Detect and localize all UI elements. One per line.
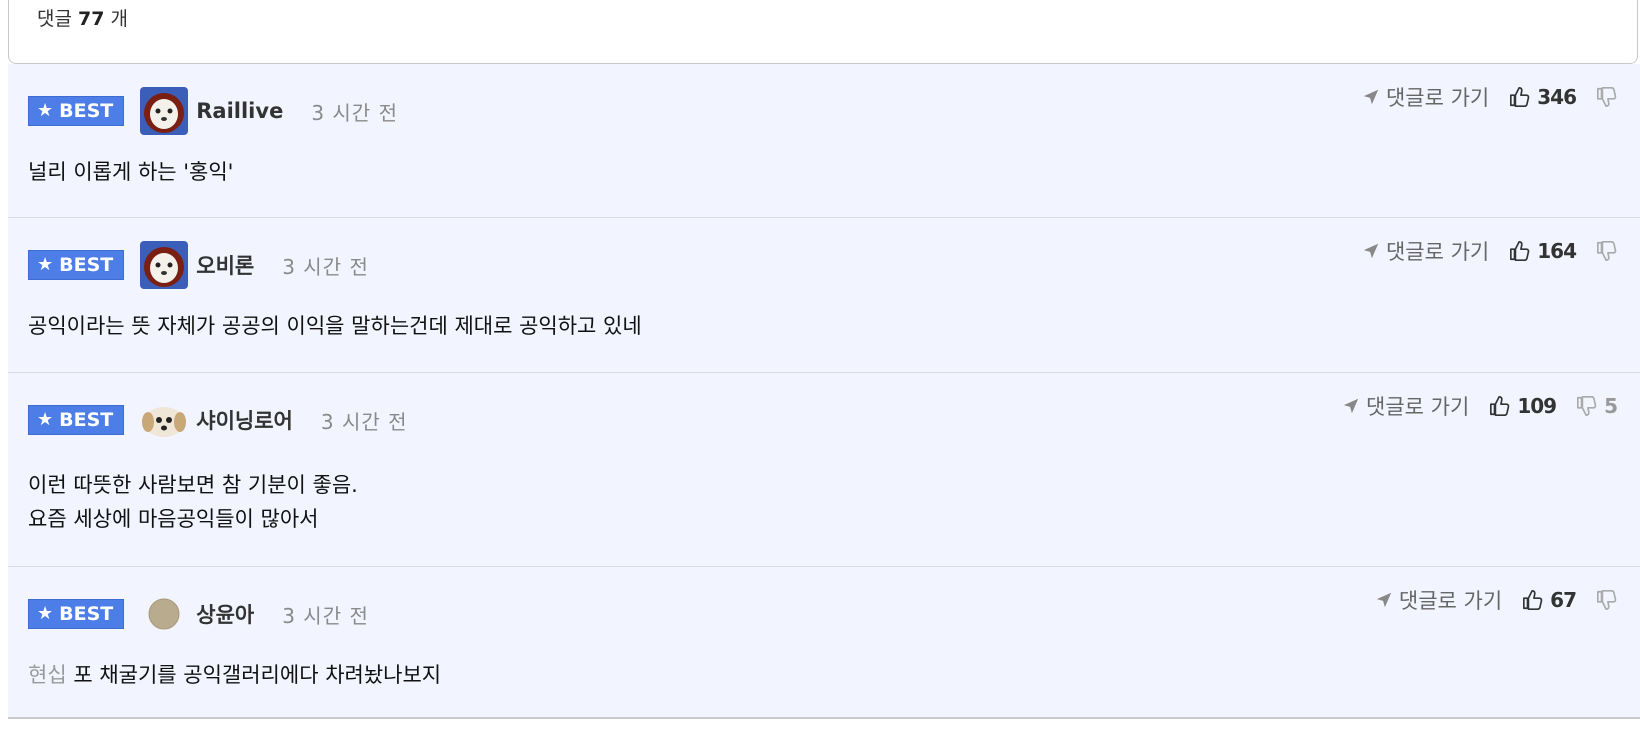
best-badge: ★ BEST bbox=[28, 599, 125, 629]
comment-text-line: 현십 포 채굴기를 공익갤러리에다 차려놨나보지 bbox=[28, 658, 441, 692]
goto-comment-label: 댓글로 가기 bbox=[1398, 589, 1503, 613]
comment-count-header: 댓글 77 개 bbox=[8, 0, 1638, 64]
downvote-button[interactable] bbox=[1596, 589, 1618, 611]
nickname[interactable]: Raillive bbox=[196, 99, 283, 123]
goto-comment-label: 댓글로 가기 bbox=[1366, 395, 1470, 419]
thumbs-down-icon bbox=[1577, 396, 1597, 416]
best-badge-label: BEST bbox=[59, 100, 114, 122]
goto-comment-label: 댓글로 가기 bbox=[1385, 86, 1490, 110]
comment-actions: 댓글로 가기 164 bbox=[1362, 236, 1618, 266]
send-arrow-icon bbox=[1363, 89, 1379, 105]
send-arrow-icon bbox=[1363, 243, 1379, 259]
thumbs-up-icon bbox=[1510, 87, 1530, 107]
best-badge: ★ BEST bbox=[28, 405, 125, 435]
comment-item: ★ BEST 샤이닝로어 3 시간 전 댓글로 가기 109 5 이런 따뜻한 … bbox=[8, 373, 1640, 567]
comment-meta: ★ BEST 샤이닝로어 3 시간 전 bbox=[28, 395, 408, 445]
comment-meta: ★ BEST Raillive 3 시간 전 bbox=[28, 86, 398, 136]
upvote-count: 164 bbox=[1537, 239, 1577, 263]
star-icon: ★ bbox=[37, 254, 54, 275]
comment-text-line: 요즘 세상에 마음공익들이 많아서 bbox=[28, 507, 319, 531]
thumbs-down-icon bbox=[1597, 87, 1617, 107]
thumbs-up-icon bbox=[1510, 241, 1530, 261]
timestamp: 3 시간 전 bbox=[320, 409, 408, 434]
best-comment-list: ★ BEST Raillive 3 시간 전 댓글로 가기 346 널리 이롭게… bbox=[8, 64, 1640, 719]
comment-meta: ★ BEST 오비론 3 시간 전 bbox=[28, 240, 369, 290]
comment-text-content: 포 채굴기를 공익갤러리에다 차려놨나보지 bbox=[73, 663, 442, 687]
best-badge: ★ BEST bbox=[28, 96, 125, 126]
upvote-button[interactable]: 346 bbox=[1509, 85, 1577, 109]
best-badge-label: BEST bbox=[59, 254, 114, 276]
thumbs-up-icon bbox=[1523, 590, 1543, 610]
comment-text: 널리 이롭게 하는 '홍익' bbox=[28, 155, 233, 189]
thumbs-up-icon bbox=[1490, 396, 1510, 416]
avatar[interactable] bbox=[140, 87, 189, 135]
comment-actions: 댓글로 가기 67 bbox=[1375, 585, 1618, 615]
comment-item: ★ BEST 오비론 3 시간 전 댓글로 가기 164 공익이라는 뜻 자체가… bbox=[8, 218, 1640, 373]
goto-comment-label: 댓글로 가기 bbox=[1385, 240, 1490, 264]
comment-count-unit: 개 bbox=[110, 8, 128, 30]
avatar[interactable] bbox=[140, 396, 189, 444]
comment-text: 현십 포 채굴기를 공익갤러리에다 차려놨나보지 bbox=[28, 658, 441, 692]
downvote-button[interactable]: 5 bbox=[1576, 394, 1618, 418]
comment-count-number: 77 bbox=[78, 8, 105, 30]
comment-text: 이런 따뜻한 사람보면 참 기분이 좋음. 요즘 세상에 마음공익들이 많아서 bbox=[28, 468, 358, 536]
downvote-button[interactable] bbox=[1596, 86, 1618, 108]
comment-item: ★ BEST Raillive 3 시간 전 댓글로 가기 346 널리 이롭게… bbox=[8, 64, 1640, 218]
timestamp: 3 시간 전 bbox=[282, 254, 369, 279]
upvote-count: 109 bbox=[1517, 394, 1557, 418]
upvote-count: 67 bbox=[1550, 588, 1577, 612]
comment-count: 댓글 77 개 bbox=[37, 4, 128, 31]
downvote-count: 5 bbox=[1604, 394, 1618, 418]
comment-text-line: 이런 따뜻한 사람보면 참 기분이 좋음. bbox=[28, 473, 358, 497]
comment-text: 공익이라는 뜻 자체가 공공의 이익을 말하는건데 제대로 공익하고 있네 bbox=[28, 309, 642, 343]
downvote-button[interactable] bbox=[1596, 240, 1618, 262]
comment-text-line: 널리 이롭게 하는 '홍익' bbox=[28, 160, 234, 184]
send-arrow-icon bbox=[1343, 398, 1359, 414]
timestamp: 3 시간 전 bbox=[282, 603, 369, 628]
star-icon: ★ bbox=[37, 603, 54, 624]
timestamp: 3 시간 전 bbox=[311, 100, 398, 125]
comment-prefix: 현십 bbox=[28, 663, 67, 687]
star-icon: ★ bbox=[37, 100, 54, 121]
thumbs-down-icon bbox=[1597, 241, 1617, 261]
upvote-button[interactable]: 67 bbox=[1522, 588, 1577, 612]
best-badge: ★ BEST bbox=[28, 250, 125, 280]
nickname[interactable]: 오비론 bbox=[196, 250, 254, 280]
goto-comment-link[interactable]: 댓글로 가기 bbox=[1375, 585, 1502, 615]
nickname[interactable]: 샤이닝로어 bbox=[196, 405, 293, 435]
thumbs-down-icon bbox=[1597, 590, 1617, 610]
upvote-count: 346 bbox=[1537, 85, 1577, 109]
comment-text-line: 공익이라는 뜻 자체가 공공의 이익을 말하는건데 제대로 공익하고 있네 bbox=[28, 314, 642, 338]
goto-comment-link[interactable]: 댓글로 가기 bbox=[1362, 236, 1489, 266]
best-badge-label: BEST bbox=[59, 409, 114, 431]
upvote-button[interactable]: 164 bbox=[1509, 239, 1577, 263]
send-arrow-icon bbox=[1376, 592, 1392, 608]
best-badge-label: BEST bbox=[59, 603, 114, 625]
goto-comment-link[interactable]: 댓글로 가기 bbox=[1342, 391, 1469, 421]
comment-actions: 댓글로 가기 109 5 bbox=[1342, 391, 1618, 421]
comment-meta: ★ BEST 상윤아 3 시간 전 bbox=[28, 589, 369, 639]
comment-count-label: 댓글 bbox=[37, 8, 72, 30]
comment-section: 댓글 77 개 ★ BEST Raillive 3 시간 전 댓글로 가기 34… bbox=[0, 0, 1640, 736]
comment-actions: 댓글로 가기 346 bbox=[1362, 82, 1618, 112]
upvote-button[interactable]: 109 bbox=[1489, 394, 1557, 418]
nickname[interactable]: 상윤아 bbox=[196, 599, 254, 629]
star-icon: ★ bbox=[37, 409, 54, 430]
avatar[interactable] bbox=[140, 590, 189, 638]
goto-comment-link[interactable]: 댓글로 가기 bbox=[1362, 82, 1489, 112]
avatar[interactable] bbox=[140, 241, 189, 289]
comment-item: ★ BEST 상윤아 3 시간 전 댓글로 가기 67 현십 포 채굴기를 공익… bbox=[8, 567, 1640, 719]
